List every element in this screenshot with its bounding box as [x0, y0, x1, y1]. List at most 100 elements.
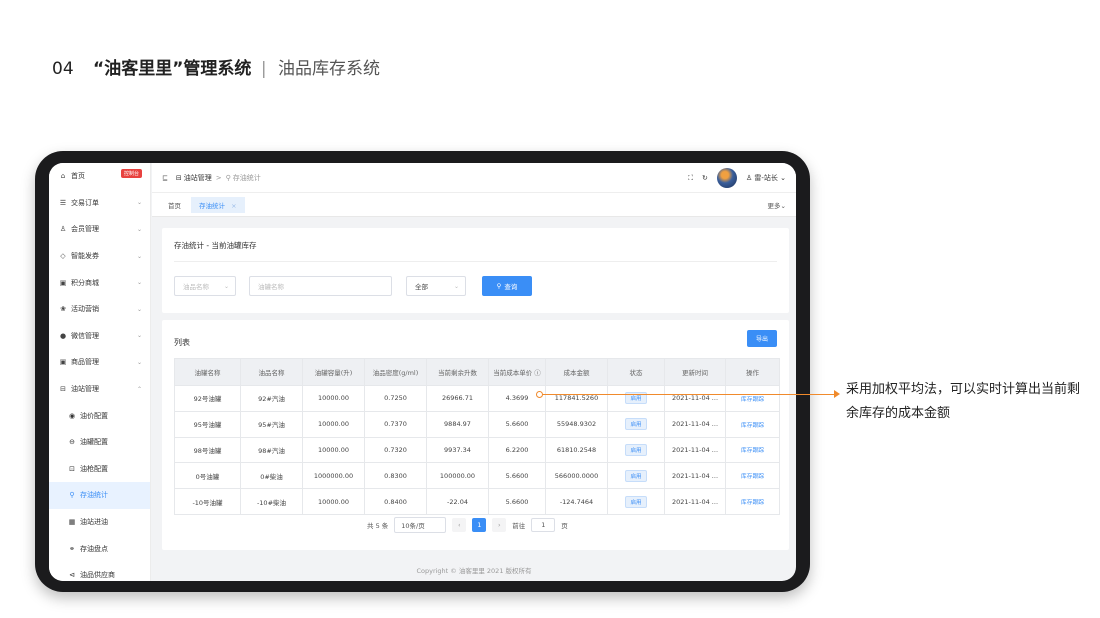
table-row: 0号油罐 0#柴油 1000000.00 0.8300 100000.00 5.6600 5…: [174, 462, 780, 490]
column-header: 成本金额: [545, 358, 608, 386]
sidebar-subitem-stock-stats[interactable]: ⚲ 存油统计: [49, 482, 150, 509]
stock-trace-link[interactable]: 库存跟踪: [741, 423, 764, 429]
query-button[interactable]: ⚲ 查询: [482, 276, 532, 296]
refresh-icon[interactable]: ↻: [702, 174, 708, 182]
tab-label: 存油统计: [199, 201, 225, 210]
sidebar-subitem-label: 油站进油: [80, 518, 108, 527]
table-cell: 0号油罐: [174, 462, 241, 490]
annotation-arrow: [834, 390, 840, 398]
tab-home[interactable]: 首页: [160, 197, 189, 213]
stock-trace-link[interactable]: 库存跟踪: [741, 397, 764, 403]
oil-name-placeholder: 油品名称: [183, 283, 209, 291]
table-cell: 2021-11-04 ...: [664, 488, 726, 515]
copyright-footer: Copyright © 油客里里 2021 版权所有: [416, 567, 532, 575]
table-cell: 启用: [607, 410, 665, 438]
divider: [174, 261, 777, 262]
table-cell: 0.8400: [364, 488, 427, 515]
table-row: 98号油罐 98#汽油 10000.00 0.7320 9937.34 6.2200 618…: [174, 436, 780, 464]
page-heading: 04 “油客里里”管理系统 | 油品库存系统: [52, 54, 380, 79]
sidebar-item-label: 微信管理: [71, 331, 99, 340]
status-select[interactable]: 全部 ⌄: [406, 276, 466, 296]
sidebar-subitem-nozzle-config[interactable]: ⊡ 油枪配置: [49, 456, 150, 483]
sidebar-item-marketing[interactable]: ❀ 活动营销 ⌄: [49, 296, 150, 323]
oil-name-select[interactable]: 油品名称 ⌄: [174, 276, 236, 296]
table-cell: 10000.00: [302, 436, 365, 464]
chevron-down-icon: ⌄: [780, 174, 786, 182]
table-header-row: 油罐名称 油品名称 油罐容量(升) 油品密度(g/ml) 当前剩余升数 当前成本…: [174, 358, 780, 386]
top-bar: ⊑ ⊟ 油站管理 > ⚲ 存油统计 ⛶ ↻ ♙ 雷-站长 ⌄: [152, 163, 796, 193]
sidebar-subitem-label: 存油盘点: [80, 544, 108, 553]
sidebar-subitem-suppliers[interactable]: ⊲ 油品供应商: [49, 562, 150, 581]
sidebar-item-label: 活动营销: [71, 305, 99, 314]
column-header: 油品名称: [240, 358, 303, 386]
sidebar-item-wechat[interactable]: ● 微信管理 ⌄: [49, 323, 150, 350]
column-header: 更新时间: [664, 358, 726, 386]
chevron-down-icon: ⌄: [136, 305, 142, 313]
share-icon: ⊲: [69, 571, 75, 580]
sidebar-item-members[interactable]: ♙ 会员管理 ⌄: [49, 216, 150, 243]
sidebar-item-label: 会员管理: [71, 225, 99, 234]
tank-name-input[interactable]: 油罐名称: [249, 276, 392, 296]
list-title: 列表: [174, 338, 190, 347]
sidebar-item-stations[interactable]: ⊟ 油站管理 ⌃: [49, 376, 150, 403]
sidebar-subitem-label: 存油统计: [80, 491, 108, 500]
console-badge[interactable]: 控制台: [120, 169, 142, 178]
station-icon: ⊟: [175, 173, 182, 182]
heading-separator: |: [260, 59, 267, 79]
table-cell: -22.04: [426, 488, 489, 515]
wechat-icon: ●: [59, 331, 67, 340]
export-button[interactable]: 导出: [747, 330, 777, 347]
table-cell: 566000.0000: [545, 462, 608, 490]
goto-page-input[interactable]: 1: [531, 518, 556, 532]
sidebar-subitem-oil-intake[interactable]: ▦ 油站进油: [49, 509, 150, 536]
annotation-dot: [536, 391, 543, 398]
chevron-down-icon: ⌄: [136, 279, 142, 287]
sidebar: ⌂ 首页 控制台 ☰ 交易订单 ⌄ ♙ 会员管理 ⌄ ◇ 智能发券 ⌄ ▣ 积分: [49, 163, 151, 581]
sidebar-item-coupons[interactable]: ◇ 智能发券 ⌄: [49, 243, 150, 270]
breadcrumb-station[interactable]: 油站管理: [184, 173, 212, 183]
more-tabs-button[interactable]: 更多⌄: [768, 200, 786, 210]
fold-menu-icon[interactable]: ⊑: [162, 174, 168, 182]
heading-subtitle: 油品库存系统: [277, 59, 380, 79]
user-icon: ♙: [745, 174, 753, 182]
filter-panel: 存油统计 - 当前油罐库存 油品名称 ⌄ 油罐名称 全部 ⌄ ⚲ 查询: [162, 228, 789, 313]
heading-title: “油客里里”管理系统: [93, 59, 252, 79]
prev-page-button[interactable]: ‹: [452, 518, 467, 532]
stock-trace-link[interactable]: 库存跟踪: [741, 500, 764, 506]
table-cell: 26966.71: [426, 385, 489, 412]
next-page-button[interactable]: ›: [492, 518, 507, 532]
chevron-down-icon: ⌄: [223, 282, 229, 290]
heading-number: 04: [52, 59, 74, 79]
fullscreen-icon[interactable]: ⛶: [688, 174, 693, 183]
sidebar-subitem-label: 油品供应商: [80, 571, 115, 580]
table-cell: 10000.00: [302, 385, 365, 412]
sidebar-item-products[interactable]: ▣ 商品管理 ⌄: [49, 349, 150, 376]
table-cell: 92号油罐: [174, 385, 241, 412]
column-header: 油品密度(g/ml): [364, 358, 427, 386]
sidebar-subitem-oil-price[interactable]: ◉ 油价配置: [49, 402, 150, 429]
avatar[interactable]: [716, 168, 737, 188]
stock-trace-link[interactable]: 库存跟踪: [741, 448, 764, 454]
sidebar-subitem-tank-config[interactable]: ⊖ 油罐配置: [49, 429, 150, 456]
tab-stock-stats[interactable]: 存油统计 ×: [191, 196, 245, 213]
table-cell: 2021-11-04 ...: [664, 436, 726, 464]
status-badge: 启用: [625, 418, 647, 431]
chevron-down-icon: ⌄: [453, 282, 459, 290]
column-header: 状态: [607, 358, 665, 386]
sidebar-item-home[interactable]: ⌂ 首页 控制台: [49, 163, 150, 190]
close-icon[interactable]: ×: [231, 202, 236, 210]
sidebar-subitem-label: 油罐配置: [80, 438, 108, 447]
sidebar-item-points-mall[interactable]: ▣ 积分商城 ⌄: [49, 269, 150, 296]
chevron-down-icon: ⌄: [136, 332, 142, 340]
column-header: 油罐名称: [174, 358, 241, 386]
page-size-select[interactable]: 10条/页: [394, 517, 447, 533]
user-menu[interactable]: ♙ 雷-站长 ⌄: [746, 173, 786, 183]
stock-trace-link[interactable]: 库存跟踪: [741, 474, 764, 480]
sidebar-item-orders[interactable]: ☰ 交易订单 ⌄: [49, 190, 150, 217]
table-cell: 98号油罐: [174, 436, 241, 464]
user-icon: ♙: [59, 225, 67, 234]
page-button[interactable]: 1: [472, 518, 487, 532]
diamond-icon: ◇: [60, 252, 66, 261]
sidebar-subitem-stock-check[interactable]: ⚭ 存油盘点: [49, 535, 150, 562]
chevron-down-icon: ⌄: [136, 358, 142, 366]
